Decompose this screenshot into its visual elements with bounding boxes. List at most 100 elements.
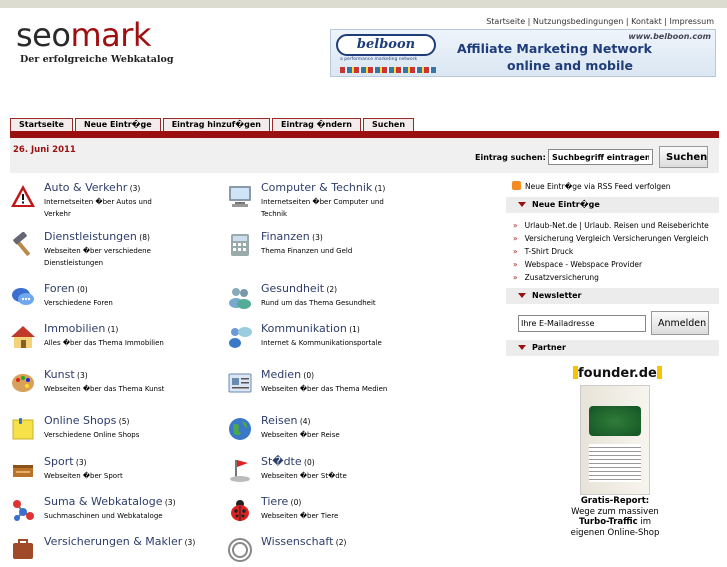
list-item-label: Versicherung Vergleich Versicherungen Ve… <box>524 234 709 243</box>
list-item[interactable]: » T-Shirt Druck <box>513 245 709 258</box>
category-description: Webseiten �ber St�dte <box>261 472 347 480</box>
category-link[interactable]: Kommunikation (1) <box>261 322 360 335</box>
report-book-image[interactable] <box>580 385 650 495</box>
category-count: (2) <box>324 285 338 294</box>
belboon-banner[interactable]: belboon a performance marketing network … <box>330 29 716 77</box>
category-link[interactable]: Wissenschaft (2) <box>261 535 346 548</box>
house-icon[interactable] <box>10 324 36 350</box>
category-count: (3) <box>127 184 141 193</box>
banner-headline: Affiliate Marketing Network <box>457 41 652 56</box>
belboon-logo: belboon <box>336 34 436 56</box>
list-item-label: Zusatzversicherung <box>524 273 599 282</box>
newsletter-email-input[interactable] <box>518 315 646 332</box>
new-entries-list: » Urlaub-Net.de | Urlaub. Reisen und Reis… <box>513 219 709 284</box>
main-nav: Startseite Neue Eintr�ge Eintrag hinzuf�… <box>10 118 416 131</box>
tab-neue-eintraege[interactable]: Neue Eintr�ge <box>74 118 161 131</box>
list-item[interactable]: » Webspace - Webspace Provider <box>513 258 709 271</box>
category-description: Thema Finanzen und Geld <box>261 247 353 255</box>
category-link[interactable]: Auto & Verkehr (3) <box>44 181 140 194</box>
category-link[interactable]: Reisen (4) <box>261 414 310 427</box>
search-label: Eintrag suchen: <box>475 153 546 162</box>
new-entries-header: Neue Eintr�ge <box>506 197 719 213</box>
palette-icon[interactable] <box>10 370 36 396</box>
toplink-nutzungsbedingungen[interactable]: Nutzungsbedingungen <box>533 17 623 26</box>
category-link[interactable]: Suma & Webkataloge (3) <box>44 495 176 508</box>
media-card-icon[interactable] <box>227 370 253 396</box>
link-separator: | <box>661 17 670 26</box>
founder-logo-text: founder.de <box>578 366 657 381</box>
tab-startseite[interactable]: Startseite <box>10 118 73 131</box>
category-count: (0) <box>301 458 315 467</box>
category-count: (1) <box>372 184 386 193</box>
computer-icon[interactable] <box>227 183 253 209</box>
hammer-icon[interactable] <box>10 231 36 258</box>
rss-link[interactable]: Neue Eintr�ge via RSS Feed verfolgen <box>512 181 671 191</box>
category-description: Verschiedene Foren <box>44 299 113 307</box>
partner-promo[interactable]: Gratis-Report: Wege zum massiven Turbo-T… <box>535 496 695 538</box>
promo-line: Turbo-Traffic im <box>535 517 695 528</box>
insurance-icon[interactable] <box>10 537 36 563</box>
category-link[interactable]: Versicherungen & Makler (3) <box>44 535 195 548</box>
category-link[interactable]: Immobilien (1) <box>44 322 118 335</box>
tab-eintrag-aendern[interactable]: Eintrag �ndern <box>272 118 361 131</box>
list-item[interactable]: » Urlaub-Net.de | Urlaub. Reisen und Reis… <box>513 219 709 232</box>
people-icon[interactable] <box>227 284 253 310</box>
toplink-startseite[interactable]: Startseite <box>486 17 525 26</box>
globe-icon[interactable] <box>227 416 253 442</box>
promo-title: Gratis-Report: <box>580 496 650 506</box>
search-button[interactable]: Suchen <box>659 146 708 168</box>
category-count: (0) <box>74 285 88 294</box>
book-text-lines <box>589 444 641 482</box>
molecule-icon[interactable] <box>10 497 36 523</box>
toplink-impressum[interactable]: Impressum <box>670 17 714 26</box>
list-item[interactable]: » Zusatzversicherung <box>513 271 709 284</box>
partner-title: Partner <box>532 343 566 352</box>
chat-icon[interactable] <box>10 284 36 310</box>
science-icon[interactable] <box>227 537 253 563</box>
toplink-kontakt[interactable]: Kontakt <box>631 17 662 26</box>
category-description: Webseiten �ber Tiere <box>261 512 339 520</box>
sport-icon[interactable] <box>10 457 36 483</box>
category-count: (8) <box>136 233 150 242</box>
category-link[interactable]: Online Shops (5) <box>44 414 129 427</box>
founder-logo[interactable]: founder.de <box>573 366 662 381</box>
ladybug-icon[interactable] <box>227 497 253 523</box>
category-link[interactable]: Gesundheit (2) <box>261 282 337 295</box>
city-flag-icon[interactable] <box>227 457 253 483</box>
category-link[interactable]: Medien (0) <box>261 368 314 381</box>
top-links: Startseite | Nutzungsbedingungen | Konta… <box>486 17 714 26</box>
category-count: (2) <box>333 538 347 547</box>
category-description: Rund um das Thema Gesundheit <box>261 299 376 307</box>
tagline: Der erfolgreiche Webkatalog <box>20 54 174 65</box>
category-count: (3) <box>73 458 87 467</box>
category-link[interactable]: Foren (0) <box>44 282 88 295</box>
search-input[interactable] <box>548 149 653 165</box>
tab-suchen[interactable]: Suchen <box>363 118 415 131</box>
list-item-label: T-Shirt Druck <box>524 247 574 256</box>
category-link[interactable]: Finanzen (3) <box>261 230 323 243</box>
list-item[interactable]: » Versicherung Vergleich Versicherungen V… <box>513 232 709 245</box>
tab-eintrag-hinzufuegen[interactable]: Eintrag hinzuf�gen <box>162 118 271 131</box>
category-link[interactable]: Dienstleistungen (8) <box>44 230 150 243</box>
newsletter-subscribe-button[interactable]: Anmelden <box>651 311 709 335</box>
site-logo[interactable]: seomark <box>16 18 151 52</box>
current-date: 26. Juni 2011 <box>13 145 76 155</box>
warning-icon[interactable] <box>10 183 36 209</box>
list-item-label: Webspace - Webspace Provider <box>524 260 643 269</box>
category-link[interactable]: Tiere (0) <box>261 495 301 508</box>
euro-image <box>589 406 641 436</box>
category-link[interactable]: Sport (3) <box>44 455 87 468</box>
newsletter-header: Newsletter <box>506 288 719 304</box>
category-description: Alles �ber das Thema Immobilien <box>44 339 164 347</box>
category-link[interactable]: Kunst (3) <box>44 368 88 381</box>
category-link[interactable]: St�dte (0) <box>261 455 315 468</box>
category-link[interactable]: Computer & Technik (1) <box>261 181 385 194</box>
note-icon[interactable] <box>10 416 36 442</box>
category-count: (4) <box>297 417 311 426</box>
calculator-icon[interactable] <box>227 232 253 258</box>
category-description: Webseiten �ber Reise <box>261 431 340 439</box>
rss-label: Neue Eintr�ge via RSS Feed verfolgen <box>525 182 671 191</box>
users-chat-icon[interactable] <box>227 324 253 350</box>
nav-divider <box>10 131 719 138</box>
category-description: Webseiten �ber das Thema Kunst <box>44 385 165 393</box>
